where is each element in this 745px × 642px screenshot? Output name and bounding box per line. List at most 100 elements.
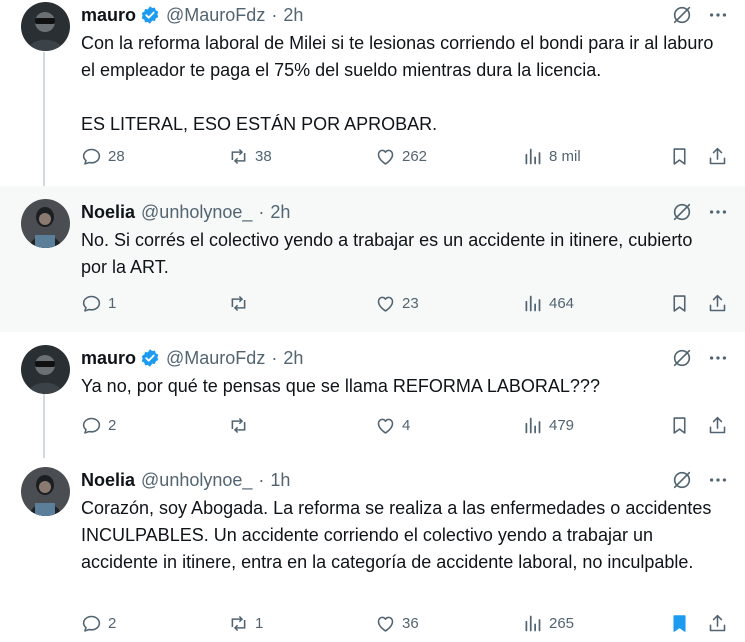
reply-count: 2: [108, 615, 117, 632]
more-icon[interactable]: [707, 469, 729, 491]
author-handle[interactable]: @unholynoe_: [141, 470, 252, 491]
avatar[interactable]: [21, 467, 70, 516]
tweet-text: No. Si corrés el colectivo yendo a traba…: [81, 230, 698, 277]
tweet-actions: 1 23 464: [81, 293, 729, 317]
share-icon: [707, 415, 728, 436]
tweet-header: mauro @MauroFdz · 2h: [81, 346, 303, 370]
reply-icon: [81, 146, 102, 167]
timestamp[interactable]: 2h: [283, 5, 303, 26]
grok-icon[interactable]: [671, 4, 693, 26]
reply-button[interactable]: 28: [81, 146, 125, 167]
bookmark-button[interactable]: [669, 146, 690, 167]
tweet-header: Noelia @unholynoe_ · 2h: [81, 200, 290, 224]
like-icon: [375, 415, 396, 436]
reply-count: 1: [108, 295, 117, 312]
separator-dot: ·: [258, 469, 265, 490]
like-button[interactable]: 23: [375, 293, 419, 314]
repost-icon: [228, 415, 249, 436]
like-icon: [375, 146, 396, 167]
like-count: 4: [402, 417, 411, 434]
author-handle[interactable]: @MauroFdz: [166, 5, 265, 26]
views-button[interactable]: 479: [522, 415, 574, 436]
tweet-4[interactable]: Noelia @unholynoe_ · 1h Corazón, soy Abo…: [0, 458, 745, 642]
repost-count: 38: [255, 148, 272, 165]
separator-dot: ·: [258, 201, 265, 222]
like-count: 23: [402, 295, 419, 312]
views-icon: [522, 293, 543, 314]
tweet-top-icons: [671, 4, 729, 26]
more-icon[interactable]: [707, 347, 729, 369]
avatar[interactable]: [21, 199, 70, 248]
like-icon: [375, 293, 396, 314]
separator-dot: ·: [271, 4, 278, 25]
author-name[interactable]: Noelia: [81, 202, 135, 223]
repost-button[interactable]: [228, 293, 255, 314]
author-handle[interactable]: @unholynoe_: [141, 202, 252, 223]
tweet-2[interactable]: Noelia @unholynoe_ · 2h No. Si corrés el…: [0, 186, 745, 332]
reply-button[interactable]: 2: [81, 415, 116, 436]
author-handle[interactable]: @MauroFdz: [166, 348, 265, 369]
bookmark-icon: [669, 415, 690, 436]
views-count: 265: [549, 615, 575, 632]
avatar[interactable]: [21, 2, 70, 51]
repost-button[interactable]: [228, 415, 255, 436]
repost-button[interactable]: 1: [228, 613, 263, 634]
author-name[interactable]: mauro: [81, 5, 136, 26]
repost-icon: [228, 146, 249, 167]
views-count: 8 mil: [549, 148, 581, 165]
reply-icon: [81, 293, 102, 314]
share-icon: [707, 613, 728, 634]
tweet-header: mauro @MauroFdz · 2h: [81, 3, 303, 27]
share-button[interactable]: [707, 415, 728, 436]
tweet-3[interactable]: mauro @MauroFdz · 2h Ya no, por qué te p…: [0, 332, 745, 458]
like-button[interactable]: 36: [375, 613, 419, 634]
tweet-actions: 2 4 479: [81, 415, 729, 439]
like-icon: [375, 613, 396, 634]
repost-count: 1: [255, 615, 264, 632]
tweet-text: Ya no, por qué te pensas que se llama RE…: [81, 376, 600, 396]
bookmark-icon: [669, 613, 690, 634]
views-count: 479: [549, 417, 575, 434]
more-icon[interactable]: [707, 4, 729, 26]
separator-dot: ·: [271, 347, 278, 368]
tweet-1[interactable]: mauro @MauroFdz · 2h Con la reforma labo…: [0, 0, 745, 186]
like-button[interactable]: 262: [375, 146, 427, 167]
thread-line: [43, 394, 45, 458]
repost-icon: [228, 293, 249, 314]
grok-icon[interactable]: [671, 201, 693, 223]
views-button[interactable]: 464: [522, 293, 574, 314]
reply-button[interactable]: 2: [81, 613, 116, 634]
views-button[interactable]: 265: [522, 613, 574, 634]
author-name[interactable]: mauro: [81, 348, 136, 369]
repost-icon: [228, 613, 249, 634]
bookmark-icon: [669, 293, 690, 314]
grok-icon[interactable]: [671, 347, 693, 369]
share-button[interactable]: [707, 613, 728, 634]
timestamp[interactable]: 2h: [283, 348, 303, 369]
more-icon[interactable]: [707, 201, 729, 223]
tweet-top-icons: [671, 469, 729, 491]
bookmark-button[interactable]: [669, 293, 690, 314]
grok-icon[interactable]: [671, 469, 693, 491]
verified-badge-icon: [140, 348, 160, 368]
timestamp[interactable]: 2h: [270, 202, 290, 223]
author-name[interactable]: Noelia: [81, 470, 135, 491]
views-count: 464: [549, 295, 575, 312]
bookmark-icon: [669, 146, 690, 167]
bookmark-button[interactable]: [669, 415, 690, 436]
tweet-top-icons: [671, 347, 729, 369]
avatar[interactable]: [21, 345, 70, 394]
share-icon: [707, 146, 728, 167]
timestamp[interactable]: 1h: [270, 470, 290, 491]
share-button[interactable]: [707, 146, 728, 167]
views-icon: [522, 613, 543, 634]
views-icon: [522, 415, 543, 436]
repost-button[interactable]: 38: [228, 146, 272, 167]
like-button[interactable]: 4: [375, 415, 410, 436]
views-button[interactable]: 8 mil: [522, 146, 581, 167]
reply-button[interactable]: 1: [81, 293, 116, 314]
tweet-actions: 2 1 36 265: [81, 613, 729, 637]
bookmark-button[interactable]: [669, 613, 690, 634]
reply-icon: [81, 415, 102, 436]
share-button[interactable]: [707, 293, 728, 314]
